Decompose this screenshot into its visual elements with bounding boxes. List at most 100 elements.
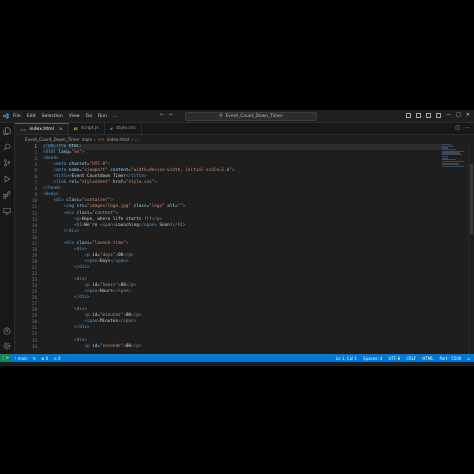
activity-bar bbox=[0, 123, 15, 354]
indentation[interactable]: Spaces: 4 bbox=[363, 356, 382, 361]
code-token: > bbox=[133, 319, 137, 325]
code-token: Event Countdown Timer bbox=[71, 174, 126, 180]
code-token: div bbox=[79, 264, 87, 270]
status-bar: ⋮> ᛉ main ↻ ⊗ 0 ⚠ 0 Ln 1, Col 1 Spaces: … bbox=[0, 354, 474, 362]
code-token: div bbox=[66, 210, 75, 216]
sync-status-icon[interactable]: ↻ bbox=[33, 356, 36, 361]
code-editor[interactable]: 1 2 3 4 5 6 7 8 9 10 11 12 13 14 15 16 17 18 19 20 21 22 23 24 2… bbox=[15, 144, 474, 354]
menu-bar: File Edit Selection View Go Run … bbox=[13, 114, 117, 119]
encoding[interactable]: UTF-8 bbox=[389, 356, 401, 361]
code-token: > bbox=[84, 307, 87, 313]
code-token: title bbox=[131, 174, 144, 180]
notifications-bell-icon[interactable]: ⌂ bbox=[467, 356, 470, 361]
more-actions-icon[interactable]: ⋯ bbox=[465, 125, 470, 131]
code-token: span bbox=[123, 319, 134, 325]
breadcrumb-separator: › bbox=[131, 136, 133, 142]
accounts-icon[interactable] bbox=[3, 327, 11, 335]
code-token: "container" bbox=[81, 198, 111, 204]
code-token: lang bbox=[55, 150, 69, 156]
maximize-icon[interactable]: □ bbox=[456, 111, 461, 119]
code-token: > bbox=[143, 174, 147, 180]
end-of-line[interactable]: CRLF bbox=[406, 356, 416, 361]
tab-index-html[interactable]: <> index.html × bbox=[15, 123, 69, 134]
code-token: meta bbox=[55, 168, 67, 174]
toggle-secondary-sidebar-icon[interactable] bbox=[426, 112, 432, 118]
toggle-primary-sidebar-icon[interactable] bbox=[406, 112, 412, 118]
minimize-icon[interactable]: — bbox=[446, 111, 451, 119]
close-icon[interactable]: × bbox=[59, 127, 63, 132]
language-mode[interactable]: HTML bbox=[422, 356, 433, 361]
breadcrumb-file[interactable]: index.html bbox=[107, 137, 129, 142]
errors-status[interactable]: ⊗ 0 bbox=[41, 356, 48, 361]
breadcrumb-folder[interactable]: Event_Count_Down_Timer bbox=[25, 137, 80, 142]
code-token: rel bbox=[66, 180, 77, 186]
code-token: content bbox=[107, 168, 129, 174]
run-and-debug-icon[interactable] bbox=[3, 175, 11, 183]
code-token: > bbox=[87, 295, 90, 301]
warnings-status[interactable]: ⚠ 0 bbox=[53, 356, 60, 361]
breadcrumb-branch[interactable]: main bbox=[82, 137, 92, 142]
code-token: > bbox=[133, 283, 137, 289]
line-number: 34 bbox=[31, 343, 37, 349]
code-token: > bbox=[79, 144, 82, 149]
code-token: "logo" bbox=[149, 204, 165, 210]
breadcrumb-symbol[interactable]: ... bbox=[135, 137, 139, 142]
code-token: "UTF-8" bbox=[89, 162, 108, 168]
back-arrow-icon[interactable]: ← bbox=[160, 112, 164, 118]
split-editor-icon[interactable]: ◫ bbox=[455, 125, 460, 131]
code-token: > bbox=[107, 162, 111, 168]
settings-gear-icon[interactable] bbox=[3, 342, 11, 350]
code-line[interactable]: <p id="seconds">00</p> bbox=[43, 344, 443, 350]
menu-view[interactable]: View bbox=[69, 114, 80, 119]
menu-selection[interactable]: Selection bbox=[42, 114, 63, 119]
menu-more[interactable]: … bbox=[113, 114, 118, 119]
forward-arrow-icon[interactable]: → bbox=[168, 112, 172, 118]
code-token: > bbox=[231, 168, 235, 174]
menu-file[interactable]: File bbox=[13, 114, 21, 119]
explorer-icon[interactable] bbox=[3, 127, 11, 135]
remote-explorer-icon[interactable] bbox=[3, 207, 11, 215]
menu-go[interactable]: Go bbox=[86, 114, 92, 119]
close-window-icon[interactable]: ✕ bbox=[466, 111, 470, 119]
branch-status[interactable]: ᛉ main bbox=[14, 356, 28, 361]
code-token: Hours bbox=[99, 289, 113, 295]
code-token: > bbox=[159, 216, 163, 222]
minimap[interactable] bbox=[442, 144, 468, 204]
code-token: "content" bbox=[92, 210, 116, 216]
code-token: Days bbox=[99, 258, 111, 264]
customize-layout-icon[interactable] bbox=[436, 112, 442, 118]
code-token: > bbox=[81, 150, 85, 156]
extensions-icon[interactable] bbox=[3, 191, 11, 199]
code-token: > bbox=[154, 180, 157, 186]
menu-edit[interactable]: Edit bbox=[27, 114, 36, 119]
command-center-label: Event_Count_Down_Timer bbox=[225, 114, 283, 119]
source-control-icon[interactable] bbox=[3, 159, 11, 167]
tab-script-js[interactable]: JS script.js bbox=[69, 123, 105, 134]
vertical-scrollbar[interactable] bbox=[468, 144, 474, 354]
code-area[interactable]: <!DOCTYPE html> <html lang="en"> <head> <m… bbox=[43, 144, 443, 350]
search-activity-icon[interactable] bbox=[3, 143, 11, 151]
code-token: div bbox=[79, 325, 87, 331]
menu-run[interactable]: Run bbox=[98, 114, 107, 119]
code-token: class bbox=[74, 210, 90, 216]
cursor-position[interactable]: Ln 1, Col 1 bbox=[336, 356, 357, 361]
remote-indicator-icon[interactable]: ⋮> bbox=[0, 354, 10, 362]
scrollbar-thumb[interactable] bbox=[470, 164, 473, 234]
tab-style-css[interactable]: # style.css bbox=[105, 123, 142, 134]
tab-label: script.js bbox=[80, 126, 99, 131]
code-token: "images/logo.jpg" bbox=[87, 204, 131, 210]
code-token: img bbox=[66, 204, 75, 210]
live-server-port[interactable]: Port : 5500 bbox=[439, 356, 461, 361]
code-token: span bbox=[87, 319, 98, 325]
code-token: div bbox=[79, 295, 87, 301]
command-center[interactable]: ⚲ Event_Count_Down_Timer bbox=[185, 112, 317, 121]
toggle-panel-icon[interactable] bbox=[416, 112, 422, 118]
